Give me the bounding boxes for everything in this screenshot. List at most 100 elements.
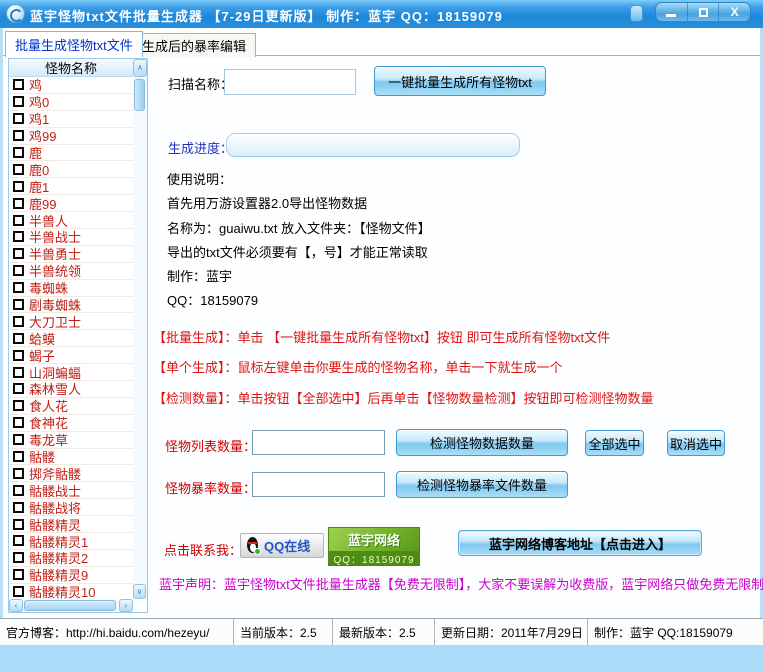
qq-online-badge[interactable]: QQ在线 — [240, 533, 324, 558]
list-item[interactable]: 蛤蟆 — [9, 330, 133, 347]
list-item[interactable]: 骷髅精灵1 — [9, 533, 133, 550]
monster-checkbox[interactable] — [13, 198, 24, 209]
monster-checkbox[interactable] — [13, 586, 24, 597]
instruction-single: 【单个生成】：鼠标左键单击你要生成的怪物名称，单击一下就生成一个 — [153, 357, 563, 376]
maximize-button[interactable] — [688, 3, 720, 21]
usage-line: 制作：蓝宇 — [167, 266, 232, 285]
monster-checkbox[interactable] — [13, 485, 24, 496]
scroll-up-icon: ∧ — [137, 64, 143, 72]
list-item[interactable]: 骷髅 — [9, 449, 133, 466]
monster-checkbox[interactable] — [13, 400, 24, 411]
list-item[interactable]: 山洞蝙蝠 — [9, 364, 133, 381]
lanyu-network-badge[interactable]: 蓝宇网络 QQ：18159079 — [328, 527, 420, 566]
check-monster-data-count-button[interactable]: 检测怪物数据数量 — [396, 429, 568, 456]
list-item[interactable]: 鹿 — [9, 145, 133, 162]
list-item[interactable]: 骷髅精灵2 — [9, 550, 133, 567]
monster-checkbox[interactable] — [13, 569, 24, 580]
list-item[interactable]: 骷髅战士 — [9, 482, 133, 499]
monster-checkbox[interactable] — [13, 502, 24, 513]
monster-checkbox[interactable] — [13, 79, 24, 90]
check-rate-file-count-button[interactable]: 检测怪物暴率文件数量 — [396, 471, 568, 498]
monster-checkbox[interactable] — [13, 130, 24, 141]
list-item[interactable]: 鸡99 — [9, 128, 133, 145]
monster-checkbox[interactable] — [13, 417, 24, 428]
blog-address-button[interactable]: 蓝宇网络博客地址【点击进入】 — [458, 530, 702, 556]
monster-list-rows: 鸡 鸡0 鸡1 鸡99 鹿 — [9, 77, 133, 599]
monster-checkbox[interactable] — [13, 333, 24, 344]
list-item[interactable]: 毒蜘蛛 — [9, 280, 133, 297]
monster-checkbox[interactable] — [13, 215, 24, 226]
monster-checkbox[interactable] — [13, 248, 24, 259]
list-item[interactable]: 鹿1 — [9, 178, 133, 195]
monster-checkbox[interactable] — [13, 468, 24, 479]
monster-list-count-input[interactable] — [252, 430, 385, 455]
monster-checkbox[interactable] — [13, 434, 24, 445]
monster-checkbox[interactable] — [13, 181, 24, 192]
list-item[interactable]: 半兽勇士 — [9, 246, 133, 263]
list-item[interactable]: 鹿0 — [9, 161, 133, 178]
tab-rate-edit[interactable]: 生成后的暴率编辑 — [132, 33, 256, 57]
status-latest-version: 最新版本：2.5 — [333, 619, 435, 645]
generate-all-button[interactable]: 一键批量生成所有怪物txt — [374, 66, 546, 96]
list-item[interactable]: 骷髅精灵10 — [9, 584, 133, 599]
monster-rate-count-input[interactable] — [252, 472, 385, 497]
skin-icon[interactable] — [630, 5, 643, 22]
list-item[interactable]: 骷髅精灵9 — [9, 567, 133, 584]
list-item[interactable]: 骷髅战将 — [9, 499, 133, 516]
tab-batch-generate[interactable]: 批量生成怪物txt文件 — [5, 31, 143, 57]
scroll-down-button[interactable]: ∨ — [133, 584, 146, 599]
minimize-button[interactable] — [656, 3, 688, 21]
usage-line: 首先用万游设置器2.0导出怪物数据 — [167, 193, 367, 212]
horizontal-scrollbar-thumb[interactable] — [24, 600, 116, 611]
list-item[interactable]: 食人花 — [9, 398, 133, 415]
maximize-icon — [699, 8, 708, 17]
scroll-left-button[interactable]: ‹ — [9, 599, 23, 612]
monster-checkbox[interactable] — [13, 147, 24, 158]
vertical-scrollbar[interactable]: ∨ — [133, 77, 147, 599]
deselect-button[interactable]: 取消选中 — [667, 430, 725, 456]
monster-checkbox[interactable] — [13, 164, 24, 175]
close-button[interactable]: X — [719, 3, 750, 21]
scan-name-input[interactable] — [224, 69, 356, 95]
list-item[interactable]: 骷髅精灵 — [9, 516, 133, 533]
monster-checkbox[interactable] — [13, 367, 24, 378]
monster-checkbox[interactable] — [13, 350, 24, 361]
scroll-right-button[interactable]: › — [119, 599, 133, 612]
monster-checkbox[interactable] — [13, 451, 24, 462]
status-bar: 官方博客：http://hi.baidu.com/hezeyu/ 当前版本：2.… — [0, 618, 763, 645]
list-item[interactable]: 鹿99 — [9, 195, 133, 212]
monster-checkbox[interactable] — [13, 519, 24, 530]
monster-checkbox[interactable] — [13, 282, 24, 293]
monster-checkbox[interactable] — [13, 383, 24, 394]
vertical-scrollbar-thumb[interactable] — [134, 79, 145, 111]
list-item[interactable]: 鸡0 — [9, 94, 133, 111]
monster-checkbox[interactable] — [13, 535, 24, 546]
list-item[interactable]: 半兽战士 — [9, 229, 133, 246]
monster-checkbox[interactable] — [13, 299, 24, 310]
monster-checkbox[interactable] — [13, 265, 24, 276]
monster-checkbox[interactable] — [13, 231, 24, 242]
list-item[interactable]: 毒龙草 — [9, 432, 133, 449]
select-all-button[interactable]: 全部选中 — [585, 430, 644, 456]
scroll-up-button[interactable]: ∧ — [133, 59, 147, 77]
window-bottom-edge — [0, 645, 763, 672]
status-author: 制作：蓝宇 QQ:18159079 — [588, 619, 763, 645]
list-item[interactable]: 半兽人 — [9, 212, 133, 229]
list-item[interactable]: 半兽统领 — [9, 263, 133, 280]
list-item[interactable]: 鸡 — [9, 77, 133, 94]
list-item[interactable]: 掷斧骷髅 — [9, 465, 133, 482]
list-item[interactable]: 食神花 — [9, 415, 133, 432]
list-item[interactable]: 鸡1 — [9, 111, 133, 128]
scroll-right-icon: › — [125, 602, 128, 610]
list-item[interactable]: 蝎子 — [9, 347, 133, 364]
monster-checkbox[interactable] — [13, 96, 24, 107]
horizontal-scrollbar[interactable]: ‹ › — [9, 599, 133, 612]
monster-checkbox[interactable] — [13, 316, 24, 327]
monster-list-header[interactable]: 怪物名称 — [9, 59, 133, 77]
monster-checkbox[interactable] — [13, 113, 24, 124]
list-item[interactable]: 大刀卫士 — [9, 313, 133, 330]
usage-line: 使用说明： — [167, 169, 232, 188]
monster-checkbox[interactable] — [13, 552, 24, 563]
list-item[interactable]: 剧毒蜘蛛 — [9, 297, 133, 314]
list-item[interactable]: 森林雪人 — [9, 381, 133, 398]
